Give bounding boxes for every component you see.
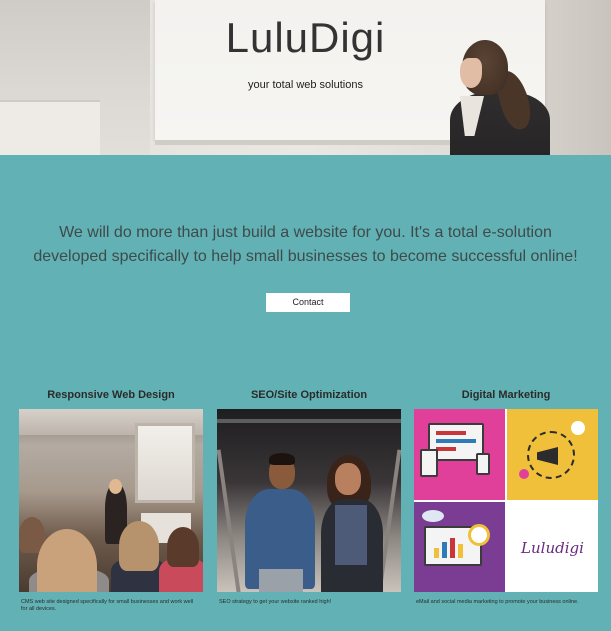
service-description: CMS web site designed specifically for s… — [21, 599, 194, 612]
student-figure — [37, 529, 97, 592]
phone-icon — [476, 453, 490, 475]
site-title: LuluDigi — [225, 14, 386, 61]
site-tagline: your total web solutions — [248, 79, 363, 91]
woman-head — [335, 463, 361, 495]
stair-rail-left — [217, 449, 242, 592]
chart-bar — [442, 542, 447, 558]
hero-frame — [0, 100, 100, 155]
classroom-window — [135, 423, 195, 503]
classroom-image[interactable] — [19, 409, 203, 592]
intro-text: We will do more than just build a websit… — [33, 224, 578, 265]
screen-bar — [436, 431, 466, 435]
contact-button[interactable]: Contact — [266, 293, 350, 312]
walking-people-image[interactable] — [217, 409, 401, 592]
service-responsive-web-design: Responsive Web Design CMS web site desig… — [19, 388, 203, 612]
tablet-icon — [420, 449, 438, 477]
woman-top — [335, 505, 367, 565]
service-description: eMail and social media marketing to prom… — [416, 599, 579, 605]
ceiling-light — [217, 419, 401, 423]
digital-marketing-image[interactable]: Luludigi — [414, 409, 598, 592]
man-legs — [259, 569, 303, 592]
student-figure — [167, 527, 199, 567]
luludigi-logo: Luludigi — [507, 502, 598, 592]
screen-bar — [436, 447, 456, 451]
service-seo-optimization: SEO/Site Optimization SEO strategy to ge… — [217, 388, 401, 605]
hero-banner: LuluDigi your total web solutions — [0, 0, 611, 155]
megaphone-illustration — [507, 409, 598, 500]
cloud-icon — [422, 510, 444, 522]
devices-illustration — [414, 409, 505, 500]
logo-text: Luludigi — [521, 538, 584, 557]
service-digital-marketing: Digital Marketing Luludigi eMail and soc… — [414, 388, 598, 605]
screen-bar — [436, 439, 476, 443]
teacher-head — [109, 479, 122, 494]
service-title: Responsive Web Design — [47, 389, 175, 401]
service-title: SEO/Site Optimization — [250, 389, 368, 401]
chart-bar — [434, 548, 439, 558]
service-title: Digital Marketing — [461, 389, 551, 401]
magnifier-icon — [468, 524, 490, 546]
chart-bar — [450, 538, 455, 558]
dot-icon — [519, 469, 529, 479]
student-figure — [119, 521, 159, 571]
chart-bar — [458, 544, 463, 558]
analytics-illustration — [414, 502, 505, 592]
man-hair — [269, 453, 295, 465]
bubble-icon — [571, 421, 585, 435]
service-description: SEO strategy to get your website ranked … — [219, 599, 332, 605]
